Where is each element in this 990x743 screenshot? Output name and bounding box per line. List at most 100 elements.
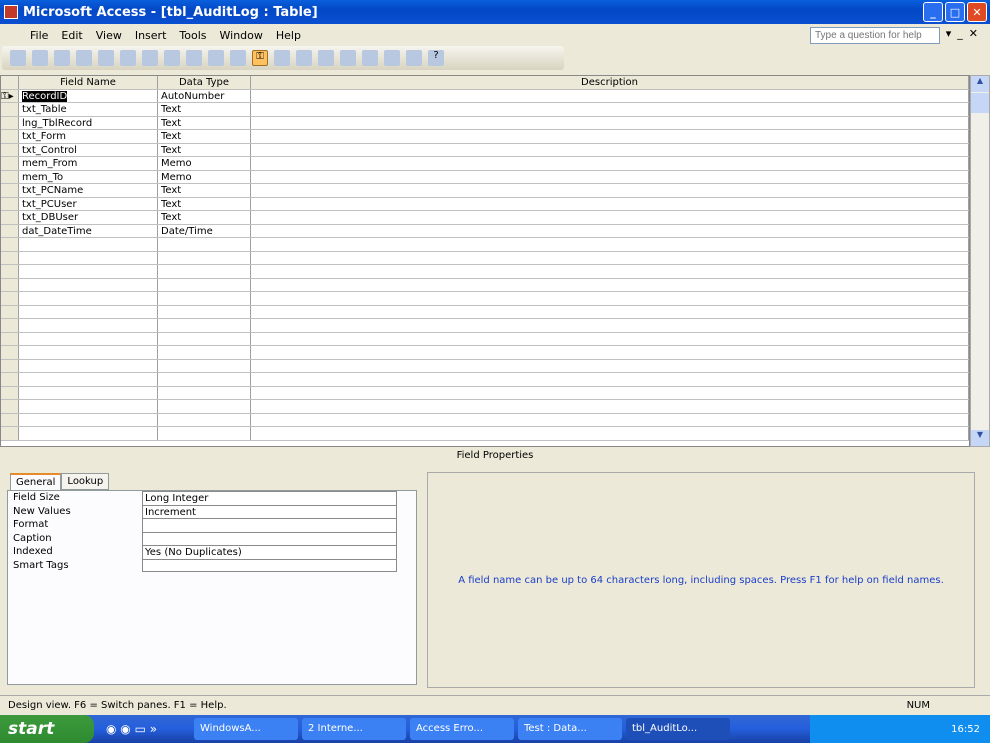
data-type-cell[interactable]: Text — [158, 211, 251, 224]
taskbar-button[interactable]: tbl_AuditLo... — [626, 718, 730, 740]
data-type-cell[interactable]: Text — [158, 197, 251, 210]
data-type-cell[interactable] — [158, 346, 251, 359]
save-icon[interactable] — [32, 50, 48, 66]
row-selector[interactable] — [1, 197, 19, 210]
data-type-cell[interactable] — [158, 292, 251, 305]
row-selector[interactable] — [1, 292, 19, 305]
field-name-cell[interactable] — [19, 400, 158, 413]
field-name-cell[interactable] — [19, 346, 158, 359]
table-row[interactable]: txt_Form Text — [1, 130, 969, 144]
field-name-cell[interactable] — [19, 251, 158, 264]
delete-rows-icon[interactable] — [318, 50, 334, 66]
taskbar-button[interactable]: WindowsA... — [194, 718, 298, 740]
table-row[interactable] — [1, 319, 969, 333]
row-selector[interactable] — [1, 184, 19, 197]
data-type-cell[interactable]: Text — [158, 103, 251, 116]
row-selector[interactable] — [1, 373, 19, 386]
menu-view[interactable]: View — [96, 29, 122, 42]
field-name-cell[interactable]: txt_Form — [19, 130, 158, 143]
description-cell[interactable] — [251, 224, 969, 237]
description-cell[interactable] — [251, 346, 969, 359]
row-selector[interactable] — [1, 130, 19, 143]
description-cell[interactable] — [251, 332, 969, 345]
tab-general[interactable]: General — [10, 473, 62, 490]
row-selector[interactable] — [1, 251, 19, 264]
field-name-cell[interactable] — [19, 359, 158, 372]
data-type-cell[interactable]: Text — [158, 184, 251, 197]
description-cell[interactable] — [251, 292, 969, 305]
menu-file[interactable]: File — [30, 29, 48, 42]
grid-vertical-scrollbar[interactable]: ▲ ▼ — [970, 75, 990, 447]
taskbar-button[interactable]: 2 Interne... — [302, 718, 406, 740]
menu-help[interactable]: Help — [276, 29, 301, 42]
description-cell[interactable] — [251, 116, 969, 129]
paste-icon[interactable] — [186, 50, 202, 66]
spelling-icon[interactable] — [120, 50, 136, 66]
scroll-down-icon[interactable]: ▼ — [971, 430, 989, 446]
file-search-icon[interactable] — [54, 50, 70, 66]
data-type-cell[interactable]: Text — [158, 130, 251, 143]
data-type-cell[interactable]: Memo — [158, 170, 251, 183]
table-row[interactable] — [1, 400, 969, 414]
field-name-cell[interactable] — [19, 427, 158, 440]
row-selector[interactable] — [1, 319, 19, 332]
table-row[interactable] — [1, 386, 969, 400]
field-name-cell[interactable] — [19, 305, 158, 318]
table-row[interactable] — [1, 265, 969, 279]
help-search-input[interactable] — [810, 27, 940, 44]
field-name-cell[interactable]: dat_DateTime — [19, 224, 158, 237]
print-icon[interactable] — [76, 50, 92, 66]
description-cell[interactable] — [251, 170, 969, 183]
scroll-thumb[interactable] — [971, 93, 989, 113]
table-row[interactable]: mem_From Memo — [1, 157, 969, 171]
new-object-icon[interactable] — [406, 50, 422, 66]
redo-icon[interactable] — [230, 50, 246, 66]
row-selector[interactable] — [1, 278, 19, 291]
help-icon[interactable]: ? — [428, 50, 444, 66]
menu-window[interactable]: Window — [220, 29, 263, 42]
row-selector[interactable]: ⚿▸ — [1, 89, 19, 102]
table-row[interactable] — [1, 413, 969, 427]
data-type-cell[interactable] — [158, 400, 251, 413]
data-type-cell[interactable] — [158, 386, 251, 399]
table-row[interactable] — [1, 346, 969, 360]
property-value-input[interactable] — [142, 518, 397, 532]
field-name-cell[interactable] — [19, 332, 158, 345]
data-type-cell[interactable]: Text — [158, 116, 251, 129]
field-name-cell[interactable]: txt_DBUser — [19, 211, 158, 224]
description-cell[interactable] — [251, 413, 969, 426]
table-row[interactable]: dat_DateTime Date/Time — [1, 224, 969, 238]
data-type-cell[interactable]: Memo — [158, 157, 251, 170]
description-cell[interactable] — [251, 184, 969, 197]
description-cell[interactable] — [251, 130, 969, 143]
field-name-cell[interactable]: mem_To — [19, 170, 158, 183]
copy-icon[interactable] — [164, 50, 180, 66]
field-name-cell[interactable] — [19, 292, 158, 305]
description-cell[interactable] — [251, 373, 969, 386]
property-value-input[interactable] — [142, 531, 397, 545]
table-row[interactable] — [1, 251, 969, 265]
field-name-cell[interactable] — [19, 319, 158, 332]
row-selector[interactable] — [1, 211, 19, 224]
table-row[interactable]: txt_DBUser Text — [1, 211, 969, 225]
table-row[interactable]: txt_Control Text — [1, 143, 969, 157]
scroll-up-icon[interactable]: ▲ — [971, 76, 989, 92]
table-row[interactable]: mem_To Memo — [1, 170, 969, 184]
menu-tools[interactable]: Tools — [179, 29, 206, 42]
cut-icon[interactable] — [142, 50, 158, 66]
description-cell[interactable] — [251, 400, 969, 413]
property-value-input[interactable]: Long Integer — [142, 491, 397, 505]
row-selector[interactable] — [1, 427, 19, 440]
description-cell[interactable] — [251, 89, 969, 102]
field-name-cell[interactable] — [19, 238, 158, 251]
data-type-cell[interactable] — [158, 278, 251, 291]
field-name-cell[interactable]: lng_TblRecord — [19, 116, 158, 129]
description-cell[interactable] — [251, 157, 969, 170]
row-selector[interactable] — [1, 143, 19, 156]
description-cell[interactable] — [251, 386, 969, 399]
description-cell[interactable] — [251, 265, 969, 278]
row-selector[interactable] — [1, 116, 19, 129]
table-row[interactable]: txt_PCName Text — [1, 184, 969, 198]
row-selector[interactable] — [1, 170, 19, 183]
table-row[interactable] — [1, 373, 969, 387]
